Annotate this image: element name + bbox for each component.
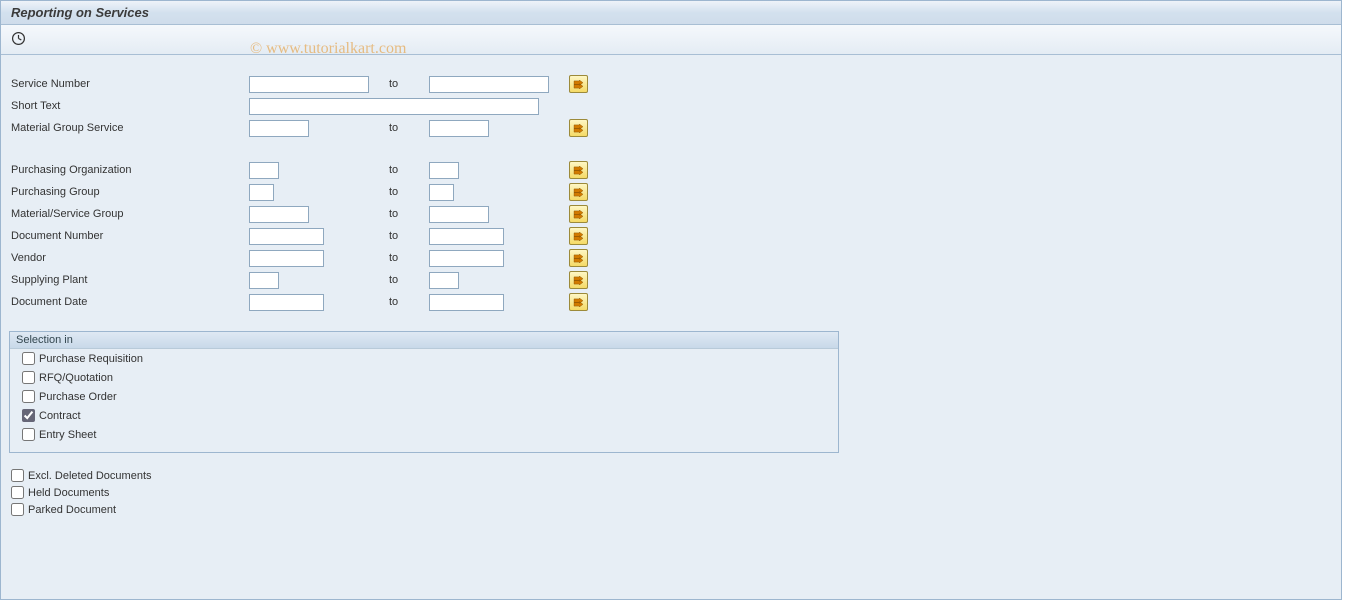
lower-check-row: Excl. Deleted Documents [11, 467, 1333, 484]
material-group-service-from[interactable] [249, 120, 309, 137]
purchasing-group-to[interactable] [429, 184, 454, 201]
lower-check-1[interactable] [11, 486, 24, 499]
document-number-to[interactable] [429, 228, 504, 245]
supplying-plant-from[interactable] [249, 272, 279, 289]
form-content: Service Number to Short Text Material Gr… [1, 55, 1341, 526]
lower-check-0[interactable] [11, 469, 24, 482]
label-material-service-group: Material/Service Group [9, 208, 249, 220]
row-vendor: Vendor to [9, 247, 1333, 269]
material-service-group-from[interactable] [249, 206, 309, 223]
app-frame: Reporting on Services © www.tutorialkart… [0, 0, 1342, 600]
selection-in-label: Purchase Order [39, 391, 117, 403]
selection-in-label: RFQ/Quotation [39, 372, 113, 384]
vendor-to[interactable] [429, 250, 504, 267]
lower-check-label: Parked Document [28, 504, 116, 516]
lower-check-label: Held Documents [28, 487, 109, 499]
purchasing-organization-to[interactable] [429, 162, 459, 179]
multi-select-vendor[interactable] [569, 249, 588, 267]
multi-select-material-group-service[interactable] [569, 119, 588, 137]
purchasing-organization-from[interactable] [249, 162, 279, 179]
selection-in-label: Contract [39, 410, 81, 422]
selection-in-item: Purchase Requisition [10, 349, 838, 368]
selection-in-title: Selection in [10, 332, 838, 349]
material-service-group-to[interactable] [429, 206, 489, 223]
label-purchasing-organization: Purchasing Organization [9, 164, 249, 176]
multi-select-purchasing-group[interactable] [569, 183, 588, 201]
selection-in-item: Purchase Order [10, 387, 838, 406]
label-purchasing-group: Purchasing Group [9, 186, 249, 198]
multi-select-material-service-group[interactable] [569, 205, 588, 223]
material-group-service-to[interactable] [429, 120, 489, 137]
label-document-number: Document Number [9, 230, 249, 242]
toolbar [1, 25, 1341, 55]
selection-in-group: Selection in Purchase Requisition RFQ/Quo… [9, 331, 839, 453]
title-bar: Reporting on Services [1, 1, 1341, 25]
vendor-from[interactable] [249, 250, 324, 267]
multi-select-purchasing-organization[interactable] [569, 161, 588, 179]
selection-in-label: Entry Sheet [39, 429, 96, 441]
multi-select-document-date[interactable] [569, 293, 588, 311]
multi-select-document-number[interactable] [569, 227, 588, 245]
selection-in-item: Entry Sheet [10, 425, 838, 444]
service-number-from[interactable] [249, 76, 369, 93]
lower-check-2[interactable] [11, 503, 24, 516]
selection-in-checkbox-0[interactable] [22, 352, 35, 365]
supplying-plant-to[interactable] [429, 272, 459, 289]
label-service-number: Service Number [9, 78, 249, 90]
label-short-text: Short Text [9, 100, 249, 112]
label-supplying-plant: Supplying Plant [9, 274, 249, 286]
document-date-from[interactable] [249, 294, 324, 311]
row-supplying-plant: Supplying Plant to [9, 269, 1333, 291]
label-material-group-service: Material Group Service [9, 122, 249, 134]
service-number-to[interactable] [429, 76, 549, 93]
selection-in-checkbox-4[interactable] [22, 428, 35, 441]
lower-checks: Excl. Deleted Documents Held Documents Par… [9, 467, 1333, 518]
selection-in-checkbox-3[interactable] [22, 409, 35, 422]
page-title: Reporting on Services [11, 5, 149, 20]
row-material-service-group: Material/Service Group to [9, 203, 1333, 225]
selection-in-checkbox-2[interactable] [22, 390, 35, 403]
selection-in-label: Purchase Requisition [39, 353, 143, 365]
document-number-from[interactable] [249, 228, 324, 245]
execute-icon[interactable] [11, 31, 26, 49]
row-purchasing-group: Purchasing Group to [9, 181, 1333, 203]
selection-in-item: Contract [10, 406, 838, 425]
lower-check-row: Held Documents [11, 484, 1333, 501]
to-label: to [379, 78, 429, 90]
row-purchasing-organization: Purchasing Organization to [9, 159, 1333, 181]
short-text-input[interactable] [249, 98, 539, 115]
multi-select-supplying-plant[interactable] [569, 271, 588, 289]
selection-in-item: RFQ/Quotation [10, 368, 838, 387]
row-document-number: Document Number to [9, 225, 1333, 247]
lower-check-label: Excl. Deleted Documents [28, 470, 152, 482]
multi-select-service-number[interactable] [569, 75, 588, 93]
purchasing-group-from[interactable] [249, 184, 274, 201]
selection-in-checkbox-1[interactable] [22, 371, 35, 384]
lower-check-row: Parked Document [11, 501, 1333, 518]
label-document-date: Document Date [9, 296, 249, 308]
row-service-number: Service Number to [9, 73, 1333, 95]
label-vendor: Vendor [9, 252, 249, 264]
row-short-text: Short Text [9, 95, 1333, 117]
row-material-group-service: Material Group Service to [9, 117, 1333, 139]
row-document-date: Document Date to [9, 291, 1333, 313]
document-date-to[interactable] [429, 294, 504, 311]
